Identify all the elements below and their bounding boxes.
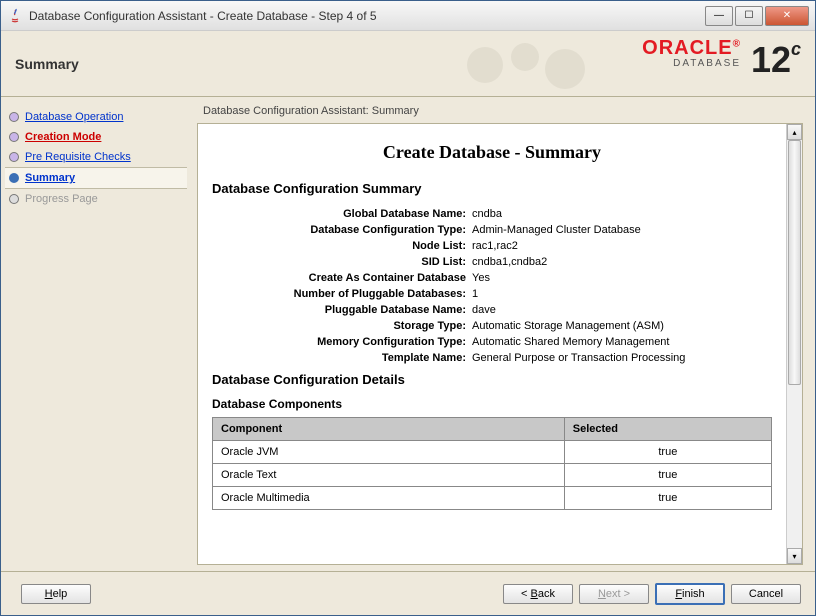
cell-selected: true — [564, 441, 771, 464]
window-controls: — ☐ ✕ — [703, 6, 809, 26]
scroll-up-icon[interactable]: ▴ — [787, 124, 802, 140]
content-box: Create Database - Summary Database Confi… — [197, 123, 803, 565]
summary-value: Yes — [472, 272, 772, 284]
header-banner: Summary ORACLE® DATABASE 12c — [1, 31, 815, 97]
step-dot-icon — [9, 112, 19, 122]
summary-row: Template Name:General Purpose or Transac… — [212, 350, 772, 366]
content-scroll-area[interactable]: Create Database - Summary Database Confi… — [198, 124, 786, 564]
summary-value: rac1,rac2 — [472, 240, 772, 252]
next-button: Next > — [579, 584, 649, 604]
sidebar-item-progress-page: Progress Page — [5, 189, 187, 209]
wizard-sidebar: Database Operation Creation Mode Pre Req… — [1, 97, 191, 571]
summary-row: Memory Configuration Type:Automatic Shar… — [212, 334, 772, 350]
window-frame: Database Configuration Assistant - Creat… — [0, 0, 816, 616]
table-row: Oracle Texttrue — [213, 464, 772, 487]
col-selected: Selected — [564, 418, 771, 441]
cell-component: Oracle Text — [213, 464, 565, 487]
col-component: Component — [213, 418, 565, 441]
summary-row: Node List:rac1,rac2 — [212, 238, 772, 254]
step-link[interactable]: Pre Requisite Checks — [25, 151, 131, 163]
vertical-scrollbar[interactable]: ▴ ▾ — [786, 124, 802, 564]
java-icon — [7, 8, 23, 24]
sidebar-item-prereq-checks[interactable]: Pre Requisite Checks — [5, 147, 187, 167]
summary-label: Template Name: — [212, 352, 472, 364]
step-link[interactable]: Summary — [25, 172, 75, 184]
scroll-thumb[interactable] — [788, 140, 801, 385]
step-dot-icon — [9, 132, 19, 142]
cancel-button[interactable]: Cancel — [731, 584, 801, 604]
summary-value: cndba1,cndba2 — [472, 256, 772, 268]
close-button[interactable]: ✕ — [765, 6, 809, 26]
section-config-summary: Database Configuration Summary — [212, 181, 772, 196]
summary-label: Memory Configuration Type: — [212, 336, 472, 348]
summary-row: Storage Type:Automatic Storage Managemen… — [212, 318, 772, 334]
step-link[interactable]: Creation Mode — [25, 131, 101, 143]
summary-value: General Purpose or Transaction Processin… — [472, 352, 772, 364]
brand-main: ORACLE® — [642, 37, 741, 60]
sidebar-item-database-operation[interactable]: Database Operation — [5, 107, 187, 127]
step-label: Progress Page — [25, 193, 98, 205]
scroll-down-icon[interactable]: ▾ — [787, 548, 802, 564]
summary-row: Create As Container DatabaseYes — [212, 270, 772, 286]
summary-row: Global Database Name:cndba — [212, 206, 772, 222]
summary-label: Number of Pluggable Databases: — [212, 288, 472, 300]
summary-label: Storage Type: — [212, 320, 472, 332]
window-title: Database Configuration Assistant - Creat… — [29, 9, 703, 23]
maximize-button[interactable]: ☐ — [735, 6, 763, 26]
page-heading: Summary — [15, 56, 79, 72]
summary-value: 1 — [472, 288, 772, 300]
help-button[interactable]: Help — [21, 584, 91, 604]
summary-value: dave — [472, 304, 772, 316]
step-dot-icon — [9, 173, 19, 183]
summary-value: Automatic Storage Management (ASM) — [472, 320, 772, 332]
sidebar-item-summary[interactable]: Summary — [5, 167, 187, 189]
section-config-details: Database Configuration Details — [212, 372, 772, 387]
finish-button[interactable]: Finish — [655, 583, 725, 605]
cell-component: Oracle JVM — [213, 441, 565, 464]
body-area: Database Operation Creation Mode Pre Req… — [1, 97, 815, 571]
summary-label: SID List: — [212, 256, 472, 268]
table-row: Oracle JVMtrue — [213, 441, 772, 464]
step-dot-icon — [9, 194, 19, 204]
back-button[interactable]: < Back — [503, 584, 573, 604]
table-row: Oracle Multimediatrue — [213, 487, 772, 510]
brand-version: 12c — [751, 39, 801, 81]
titlebar[interactable]: Database Configuration Assistant - Creat… — [1, 1, 815, 31]
summary-row: Number of Pluggable Databases:1 — [212, 286, 772, 302]
summary-kv-table: Global Database Name:cndbaDatabase Confi… — [212, 206, 772, 366]
summary-value: cndba — [472, 208, 772, 220]
breadcrumb: Database Configuration Assistant: Summar… — [197, 103, 803, 123]
main-panel: Database Configuration Assistant: Summar… — [191, 97, 815, 571]
gears-decoration — [455, 35, 615, 96]
cell-selected: true — [564, 464, 771, 487]
summary-label: Database Configuration Type: — [212, 224, 472, 236]
summary-label: Global Database Name: — [212, 208, 472, 220]
summary-row: Database Configuration Type:Admin-Manage… — [212, 222, 772, 238]
components-table: Component Selected Oracle JVMtrueOracle … — [212, 417, 772, 510]
step-dot-icon — [9, 152, 19, 162]
cell-component: Oracle Multimedia — [213, 487, 565, 510]
footer-bar: Help < Back Next > Finish Cancel — [1, 571, 815, 615]
summary-value: Automatic Shared Memory Management — [472, 336, 772, 348]
summary-label: Node List: — [212, 240, 472, 252]
summary-value: Admin-Managed Cluster Database — [472, 224, 772, 236]
summary-label: Pluggable Database Name: — [212, 304, 472, 316]
summary-row: Pluggable Database Name:dave — [212, 302, 772, 318]
subsection-components: Database Components — [212, 397, 772, 411]
scroll-track[interactable] — [787, 140, 802, 548]
sidebar-item-creation-mode[interactable]: Creation Mode — [5, 127, 187, 147]
oracle-brand: ORACLE® DATABASE 12c — [642, 37, 801, 69]
step-link[interactable]: Database Operation — [25, 111, 123, 123]
page-title: Create Database - Summary — [212, 142, 772, 163]
cell-selected: true — [564, 487, 771, 510]
table-header-row: Component Selected — [213, 418, 772, 441]
summary-row: SID List:cndba1,cndba2 — [212, 254, 772, 270]
summary-label: Create As Container Database — [212, 272, 472, 284]
minimize-button[interactable]: — — [705, 6, 733, 26]
